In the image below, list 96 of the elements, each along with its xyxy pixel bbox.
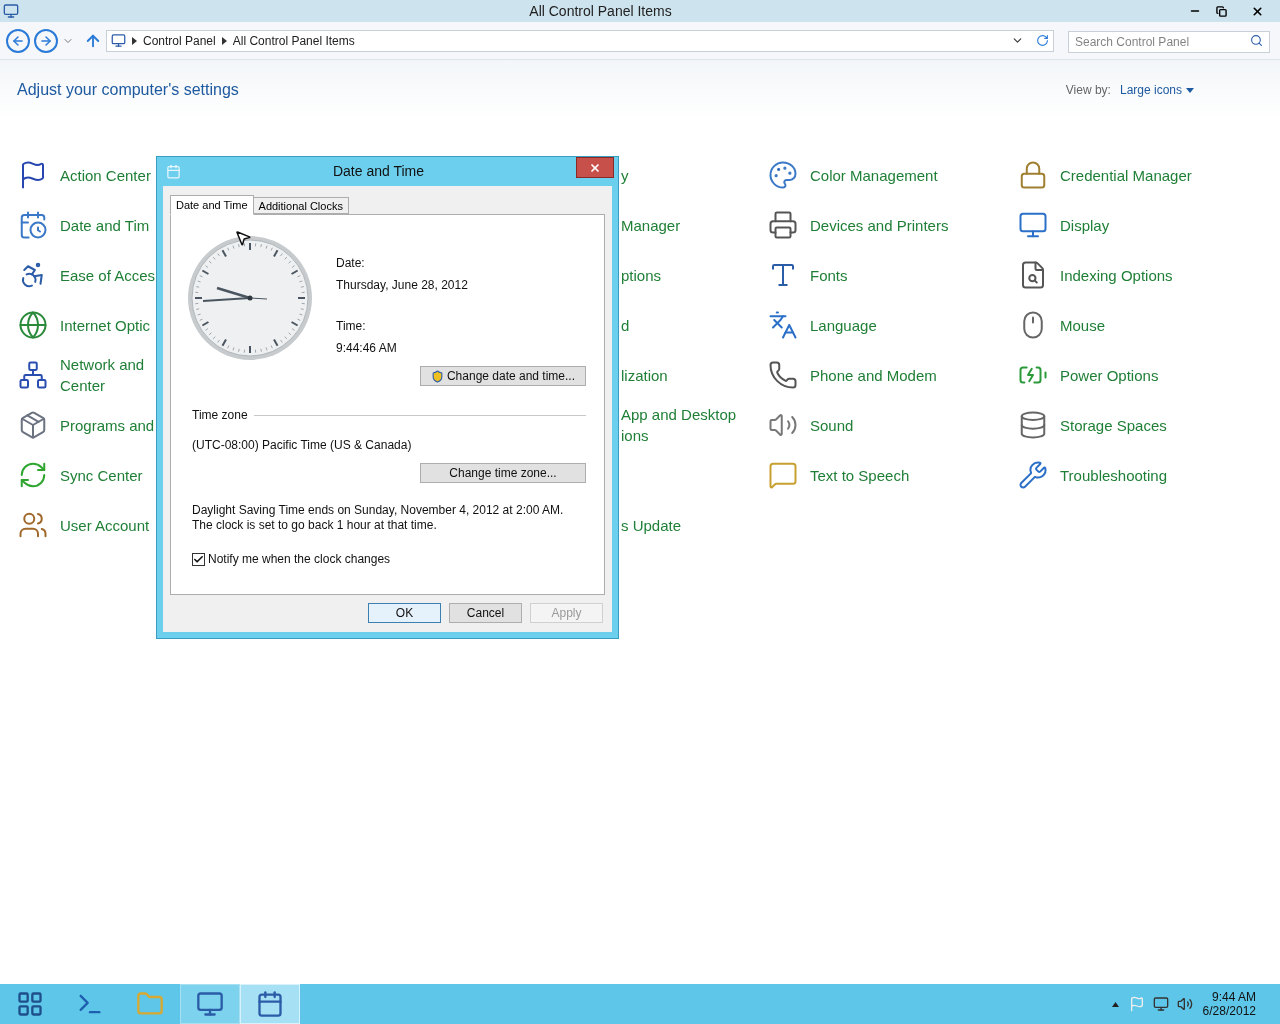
folder-icon xyxy=(136,990,164,1018)
control-panel-link[interactable]: Language xyxy=(810,314,877,336)
date-label: Date: xyxy=(336,255,366,272)
storage-icon xyxy=(1018,410,1048,440)
control-panel-icon xyxy=(196,990,224,1018)
speech-bubble-icon xyxy=(768,460,798,490)
calendar-icon xyxy=(256,990,284,1018)
dialog-button[interactable]: Cancel xyxy=(449,603,522,623)
page-heading: Adjust your computer's settings xyxy=(17,80,239,100)
control-panel-link[interactable]: Sync Center xyxy=(60,464,143,486)
control-panel-link[interactable]: lization xyxy=(621,364,668,386)
control-panel-link[interactable]: Date and Tim xyxy=(60,214,150,236)
back-button[interactable] xyxy=(6,28,30,53)
control-panel-link[interactable]: Mouse xyxy=(1060,314,1106,336)
printer-icon xyxy=(768,210,798,240)
control-panel-link[interactable]: Programs and xyxy=(60,414,155,436)
control-panel-link[interactable]: Storage Spaces xyxy=(1060,414,1167,436)
notify-checkbox[interactable]: Notify me when the clock changes xyxy=(187,550,586,568)
close-button[interactable] xyxy=(576,157,614,178)
window-title: All Control Panel Items xyxy=(529,1,672,21)
calendar-icon xyxy=(166,164,181,179)
checkmark-icon xyxy=(193,553,204,565)
caret-icon xyxy=(1186,87,1194,93)
control-panel-link[interactable]: Fonts xyxy=(810,264,848,286)
dialog-title: Date and Time xyxy=(332,162,425,181)
back-arrow-icon xyxy=(11,33,25,48)
address-field[interactable]: Control Panel All Control Panel Items xyxy=(106,29,1054,52)
taskbar-clock[interactable]: 9:44 AM 6/28/2012 xyxy=(1202,990,1256,1018)
control-panel-link[interactable]: Power Options xyxy=(1060,364,1159,386)
time-label: Time: xyxy=(336,318,367,335)
breadcrumb[interactable]: All Control Panel Items xyxy=(232,31,355,50)
control-panel-link[interactable]: Action Center xyxy=(60,164,151,186)
mouse-pointer-icon xyxy=(234,229,252,247)
control-panel-link[interactable]: Phone and Modem xyxy=(810,364,937,386)
shield-icon xyxy=(430,369,444,383)
sync-icon xyxy=(18,460,48,490)
close-icon xyxy=(589,161,601,174)
breadcrumb-arrow-icon xyxy=(132,36,137,45)
control-panel-link[interactable]: User Account xyxy=(60,514,150,536)
time-zone-heading: Time zone xyxy=(192,407,248,424)
speaker-icon[interactable] xyxy=(1176,996,1193,1012)
control-panel-link[interactable]: y xyxy=(621,164,629,186)
control-panel-link[interactable]: Troubleshooting xyxy=(1060,464,1167,486)
control-panel-icon xyxy=(111,33,126,48)
phone-icon xyxy=(768,360,798,390)
control-panel-link[interactable]: s Update xyxy=(621,514,682,536)
control-panel-link[interactable]: Manager xyxy=(621,214,681,236)
network-icon xyxy=(18,360,48,390)
server-manager-icon xyxy=(16,990,44,1018)
package-icon xyxy=(18,410,48,440)
change-date-time-button[interactable]: Change date and time... xyxy=(420,366,586,386)
breadcrumb-arrow-icon xyxy=(221,36,227,45)
tab[interactable]: Additional Clocks xyxy=(252,197,349,214)
wrench-icon xyxy=(1018,460,1048,490)
search-field[interactable]: Search Control Panel xyxy=(1068,30,1270,53)
users-icon xyxy=(18,510,48,540)
control-panel-link[interactable]: Devices and Printers xyxy=(810,214,949,236)
daylight-saving-note: Daylight Saving Time ends on Sunday, November 4, 2012 at 2:00 AM. The clock is set to go back 1 hour at that time. xyxy=(191,503,565,533)
dialog-button[interactable]: OK xyxy=(368,603,441,623)
monitor-icon xyxy=(1018,210,1048,240)
taskbar-button[interactable] xyxy=(240,984,300,1024)
date-value: Thursday, June 28, 2012 xyxy=(336,277,469,294)
view-by-label: View by: xyxy=(1065,82,1111,99)
view-by-dropdown[interactable]: Large icons xyxy=(1119,81,1194,99)
control-panel-link[interactable]: d xyxy=(621,314,630,336)
control-panel-link[interactable]: ptions xyxy=(621,264,662,286)
breadcrumb[interactable]: Control Panel xyxy=(143,31,216,50)
forward-arrow-icon xyxy=(39,33,53,48)
control-panel-link[interactable]: Sound xyxy=(810,414,854,436)
close-icon xyxy=(1250,4,1264,18)
tab[interactable]: Date and Time xyxy=(170,195,254,215)
refresh-icon[interactable] xyxy=(1036,34,1049,47)
calendar-clock-icon xyxy=(18,210,48,240)
restore-icon xyxy=(1215,5,1227,17)
control-panel-icon xyxy=(3,3,19,19)
globe-icon xyxy=(18,310,48,340)
time-zone-value: (UTC-08:00) Pacific Time (US & Canada) xyxy=(191,437,413,454)
forward-button[interactable] xyxy=(34,28,58,53)
search-icon xyxy=(1250,33,1263,47)
language-icon xyxy=(768,310,798,340)
vault-icon xyxy=(1018,160,1048,190)
control-panel-link[interactable]: Indexing Options xyxy=(1060,264,1173,286)
palette-icon xyxy=(768,160,798,190)
control-panel-link[interactable]: Credential Manager xyxy=(1060,164,1192,186)
control-panel-link[interactable]: Text to Speech xyxy=(810,464,910,486)
control-panel-link[interactable]: Internet Optic xyxy=(60,314,151,336)
control-panel-link[interactable]: App and Desktop ions xyxy=(621,404,737,446)
control-panel-link[interactable]: Color Management xyxy=(810,164,938,186)
control-panel-link[interactable]: Display xyxy=(1060,214,1110,236)
network-icon[interactable] xyxy=(1152,996,1169,1012)
time-value: 9:44:46 AM xyxy=(336,340,398,357)
control-panel-link[interactable]: Ease of Acces xyxy=(60,264,156,286)
change-time-zone-button[interactable]: Change time zone... xyxy=(420,463,586,483)
taskbar-button[interactable] xyxy=(180,984,240,1024)
tray-arrow-icon[interactable] xyxy=(1111,1001,1119,1007)
control-panel-link[interactable]: Network and Center xyxy=(60,354,145,396)
